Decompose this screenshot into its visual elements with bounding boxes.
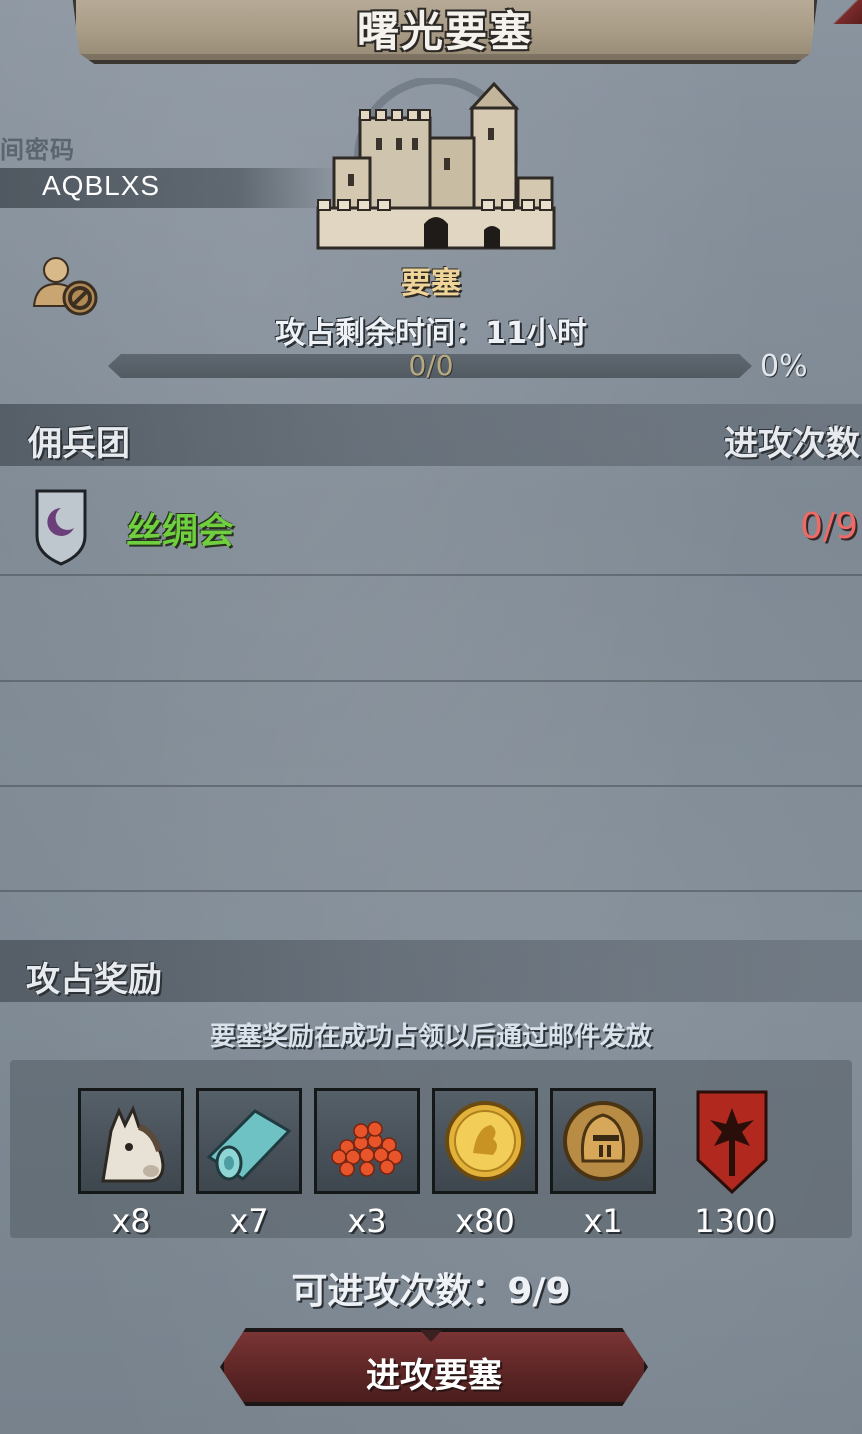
gold-coin-icon — [445, 1101, 525, 1181]
reward-qty: x1 — [583, 1202, 623, 1240]
rewards-title: 攻占奖励 — [26, 960, 162, 1000]
reward-slot[interactable] — [550, 1088, 656, 1194]
page-title: 曙光要塞 — [356, 7, 533, 56]
row-divider — [0, 785, 862, 787]
horse-icon — [101, 1105, 165, 1183]
remaining-attempts: 可进攻次数：9/9 — [291, 1271, 571, 1312]
room-code-label: 间密码 — [0, 136, 75, 164]
mercenary-title: 佣兵团 — [28, 424, 130, 464]
reward-slot[interactable] — [78, 1088, 184, 1194]
attack-fortress-button[interactable]: 进攻要塞 — [220, 1328, 648, 1406]
reward-slot[interactable] — [196, 1088, 302, 1194]
guild-name[interactable]: 丝绸会 — [126, 502, 234, 554]
reward-qty: x8 — [111, 1202, 151, 1240]
cloth-roll-icon — [206, 1109, 292, 1181]
fortress-castle-icon — [312, 76, 560, 258]
reward-qty: x80 — [455, 1202, 515, 1240]
reward-qty: 1300 — [694, 1202, 776, 1240]
room-code-value[interactable]: AQBLXS — [42, 170, 160, 202]
attack-count-header: 进攻次数 — [724, 424, 860, 464]
progress-percent: 0% — [760, 349, 808, 384]
guild-shield-icon — [34, 488, 88, 570]
red-berries-icon — [331, 1121, 403, 1177]
time-remaining: 攻占剩余时间：11小时 — [275, 316, 587, 351]
close-corner-icon[interactable] — [832, 0, 862, 24]
rewards-note: 要塞奖励在成功占领以后通过邮件发放 — [209, 1022, 652, 1052]
guild-banner-icon[interactable] — [694, 1090, 770, 1198]
progress-text: 0/0 — [408, 349, 454, 382]
reward-slot[interactable] — [314, 1088, 420, 1194]
attack-button-label: 进攻要塞 — [366, 1356, 502, 1396]
title-banner: 曙光要塞 — [72, 0, 818, 64]
fortress-type-label: 要塞 — [401, 266, 461, 301]
reward-slot[interactable] — [432, 1088, 538, 1194]
knight-helmet-icon — [563, 1101, 643, 1181]
reward-qty: x7 — [229, 1202, 269, 1240]
row-divider — [0, 574, 862, 576]
guild-attack-count: 0/9 — [800, 506, 858, 547]
reward-qty: x3 — [347, 1202, 387, 1240]
row-divider — [0, 890, 862, 892]
row-divider — [0, 680, 862, 682]
